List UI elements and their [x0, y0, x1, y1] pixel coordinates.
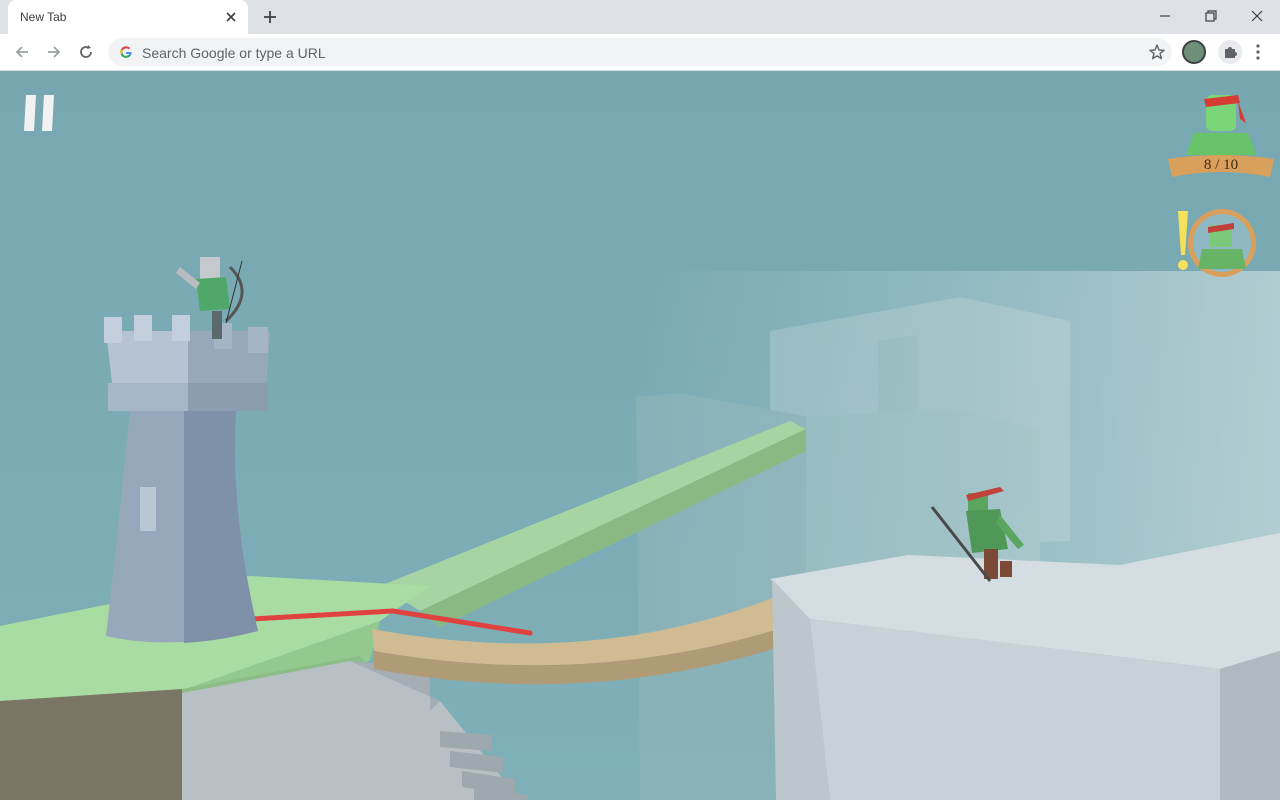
pause-icon[interactable]	[22, 93, 58, 133]
close-icon[interactable]	[222, 8, 240, 26]
minimize-icon[interactable]	[1154, 6, 1176, 26]
kebab-menu-icon[interactable]	[1250, 42, 1266, 62]
right-cliff	[770, 533, 1280, 800]
reload-icon[interactable]	[76, 42, 96, 62]
tab-new-tab[interactable]: New Tab	[8, 0, 248, 34]
google-g-icon	[119, 45, 133, 59]
arrow-left-icon[interactable]	[12, 42, 32, 62]
enemy-bust-icon	[1166, 89, 1276, 193]
puzzle-icon[interactable]	[1218, 40, 1242, 64]
restore-icon[interactable]	[1200, 6, 1222, 26]
game-viewport[interactable]: 8 / 10	[0, 71, 1280, 800]
omnibox[interactable]: Search Google or type a URL	[108, 38, 1172, 66]
window-close-icon[interactable]	[1246, 6, 1268, 26]
omnibox-placeholder: Search Google or type a URL	[142, 45, 326, 61]
avatar-icon[interactable]	[1182, 40, 1206, 64]
browser-toolbar: Search Google or type a URL	[0, 34, 1280, 71]
tab-strip: New Tab	[0, 0, 1280, 34]
star-icon[interactable]	[1148, 43, 1166, 61]
plus-icon[interactable]	[260, 7, 280, 27]
enemy-alert-icon	[1172, 205, 1262, 285]
enemy-counter-label: 8 / 10	[1166, 157, 1276, 174]
tab-title: New Tab	[20, 10, 66, 24]
game-scene[interactable]	[0, 71, 1280, 800]
arrow-right-icon[interactable]	[44, 42, 64, 62]
